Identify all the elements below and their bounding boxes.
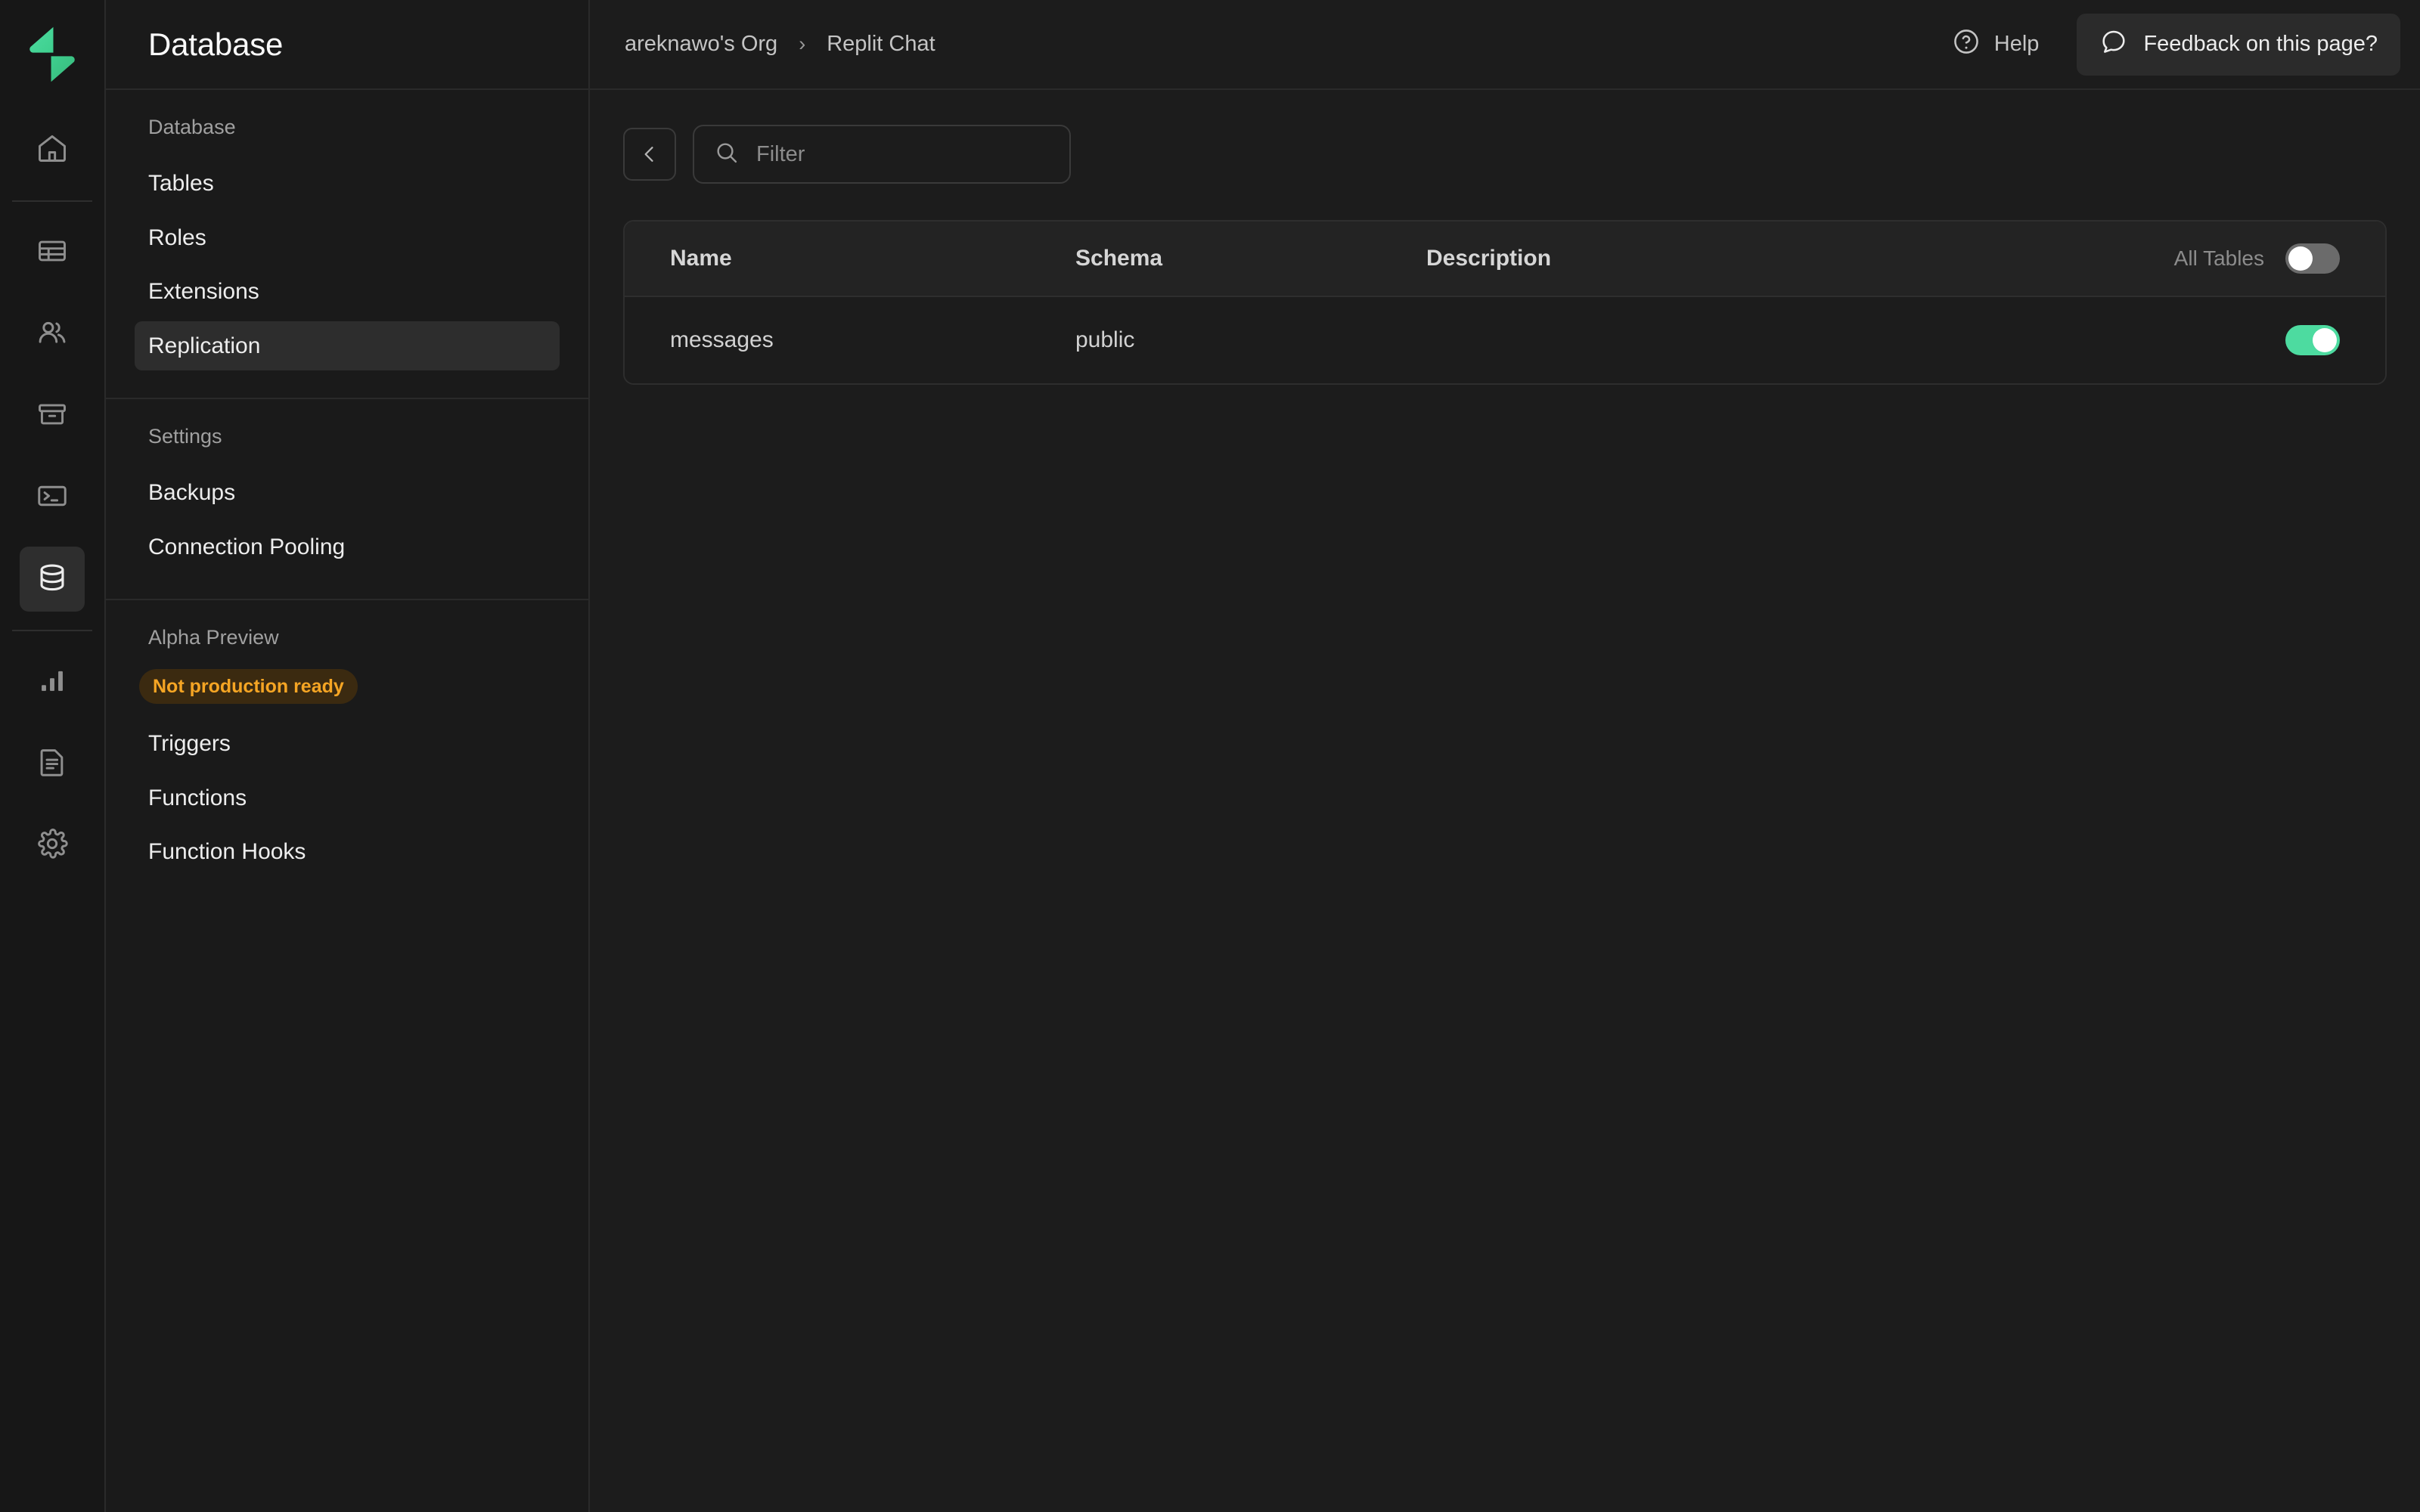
main-area: areknawo's Org › Replit Chat Help Feedba… bbox=[590, 0, 2420, 1512]
all-tables-toggle-knob bbox=[2288, 246, 2313, 271]
app-root: Database Database Tables Roles Extension… bbox=[0, 0, 2420, 1512]
database-icon bbox=[36, 561, 69, 598]
rail-logs[interactable] bbox=[20, 731, 85, 796]
row-toggle-control bbox=[2285, 325, 2340, 355]
rail-database[interactable] bbox=[20, 547, 85, 612]
users-icon bbox=[36, 316, 69, 353]
terminal-icon bbox=[36, 479, 69, 516]
filter-box[interactable] bbox=[693, 125, 1071, 184]
rail-table-editor[interactable] bbox=[20, 220, 85, 285]
column-header-description: Description bbox=[1426, 246, 1552, 271]
toolbar bbox=[623, 125, 2387, 184]
nav-group-alpha-preview: Alpha Preview Not production ready Trigg… bbox=[106, 599, 588, 904]
chevron-left-icon bbox=[644, 147, 653, 162]
back-button[interactable] bbox=[623, 128, 676, 181]
sidebar-item-backups[interactable]: Backups bbox=[135, 468, 560, 518]
sidebar-item-tables[interactable]: Tables bbox=[135, 159, 560, 209]
sidebar-header: Database bbox=[106, 0, 588, 90]
nav-group-database: Database Tables Roles Extensions Replica… bbox=[106, 90, 588, 398]
sidebar-item-replication[interactable]: Replication bbox=[135, 321, 560, 370]
document-icon bbox=[36, 745, 69, 782]
rail-divider-bottom bbox=[12, 630, 92, 631]
page-title: Database bbox=[148, 26, 284, 62]
all-tables-label: All Tables bbox=[2173, 246, 2264, 270]
archive-icon bbox=[36, 398, 69, 435]
rail-sql-editor[interactable] bbox=[20, 465, 85, 530]
sidebar-nav: Database Tables Roles Extensions Replica… bbox=[106, 90, 588, 1512]
content-area: Name Schema Description All Tables messa… bbox=[590, 90, 2420, 1512]
sidebar-item-roles[interactable]: Roles bbox=[135, 213, 560, 263]
rail-reports[interactable] bbox=[20, 649, 85, 714]
rail-settings[interactable] bbox=[20, 813, 85, 878]
help-button-label: Help bbox=[1993, 32, 2040, 56]
nav-group-label-database: Database bbox=[148, 116, 236, 138]
feedback-button[interactable]: Feedback on this page? bbox=[2077, 13, 2400, 76]
top-bar: areknawo's Org › Replit Chat Help Feedba… bbox=[590, 0, 2420, 90]
table-header-row: Name Schema Description All Tables bbox=[625, 222, 2385, 297]
replication-tables-table: Name Schema Description All Tables messa… bbox=[623, 220, 2387, 385]
supabase-lightning-logo[interactable] bbox=[19, 21, 85, 88]
all-tables-control: All Tables bbox=[2174, 243, 2340, 274]
bar-chart-icon bbox=[36, 664, 69, 701]
badge-wrap: Not production ready bbox=[135, 669, 560, 704]
nav-group-label-alpha-preview: Alpha Preview bbox=[148, 626, 279, 649]
all-tables-toggle[interactable] bbox=[2285, 243, 2340, 274]
breadcrumb-project[interactable]: Replit Chat bbox=[827, 32, 935, 57]
column-header-name: Name bbox=[670, 246, 732, 271]
help-button[interactable]: Help bbox=[1938, 17, 2053, 73]
sidebar-item-extensions[interactable]: Extensions bbox=[135, 267, 560, 317]
rail-divider-top bbox=[12, 200, 92, 202]
rail-authentication[interactable] bbox=[20, 302, 85, 367]
row-replication-toggle[interactable] bbox=[2285, 325, 2340, 355]
gear-icon bbox=[36, 827, 69, 864]
cell-schema: public bbox=[1075, 327, 1135, 352]
status-badge-not-production-ready: Not production ready bbox=[139, 669, 358, 704]
breadcrumb-org[interactable]: areknawo's Org bbox=[625, 32, 777, 57]
rail-home[interactable] bbox=[20, 117, 85, 182]
nav-group-settings: Settings Backups Connection Pooling bbox=[106, 398, 588, 599]
row-replication-toggle-knob bbox=[2313, 328, 2337, 352]
table-row[interactable]: messages public bbox=[625, 297, 2385, 383]
chevron-right-icon: › bbox=[799, 33, 806, 55]
home-icon bbox=[36, 132, 69, 169]
feedback-button-label: Feedback on this page? bbox=[2143, 32, 2378, 56]
rail-storage[interactable] bbox=[20, 383, 85, 448]
icon-rail bbox=[0, 0, 106, 1512]
sidebar-item-function-hooks[interactable]: Function Hooks bbox=[135, 827, 560, 877]
nav-group-label-settings: Settings bbox=[148, 425, 222, 448]
supabase-lightning-logo-svg bbox=[29, 26, 75, 82]
sidebar: Database Database Tables Roles Extension… bbox=[106, 0, 590, 1512]
search-icon bbox=[714, 140, 740, 169]
sidebar-item-triggers[interactable]: Triggers bbox=[135, 719, 560, 769]
sidebar-item-connection-pooling[interactable]: Connection Pooling bbox=[135, 522, 560, 572]
cell-name: messages bbox=[670, 327, 774, 352]
help-circle-icon bbox=[1952, 27, 1981, 62]
table-icon bbox=[36, 234, 69, 271]
chat-bubble-icon bbox=[2099, 27, 2128, 62]
breadcrumb: areknawo's Org › Replit Chat bbox=[625, 32, 935, 57]
column-header-schema: Schema bbox=[1075, 246, 1163, 271]
sidebar-item-functions[interactable]: Functions bbox=[135, 773, 560, 823]
filter-input[interactable] bbox=[756, 141, 1050, 167]
